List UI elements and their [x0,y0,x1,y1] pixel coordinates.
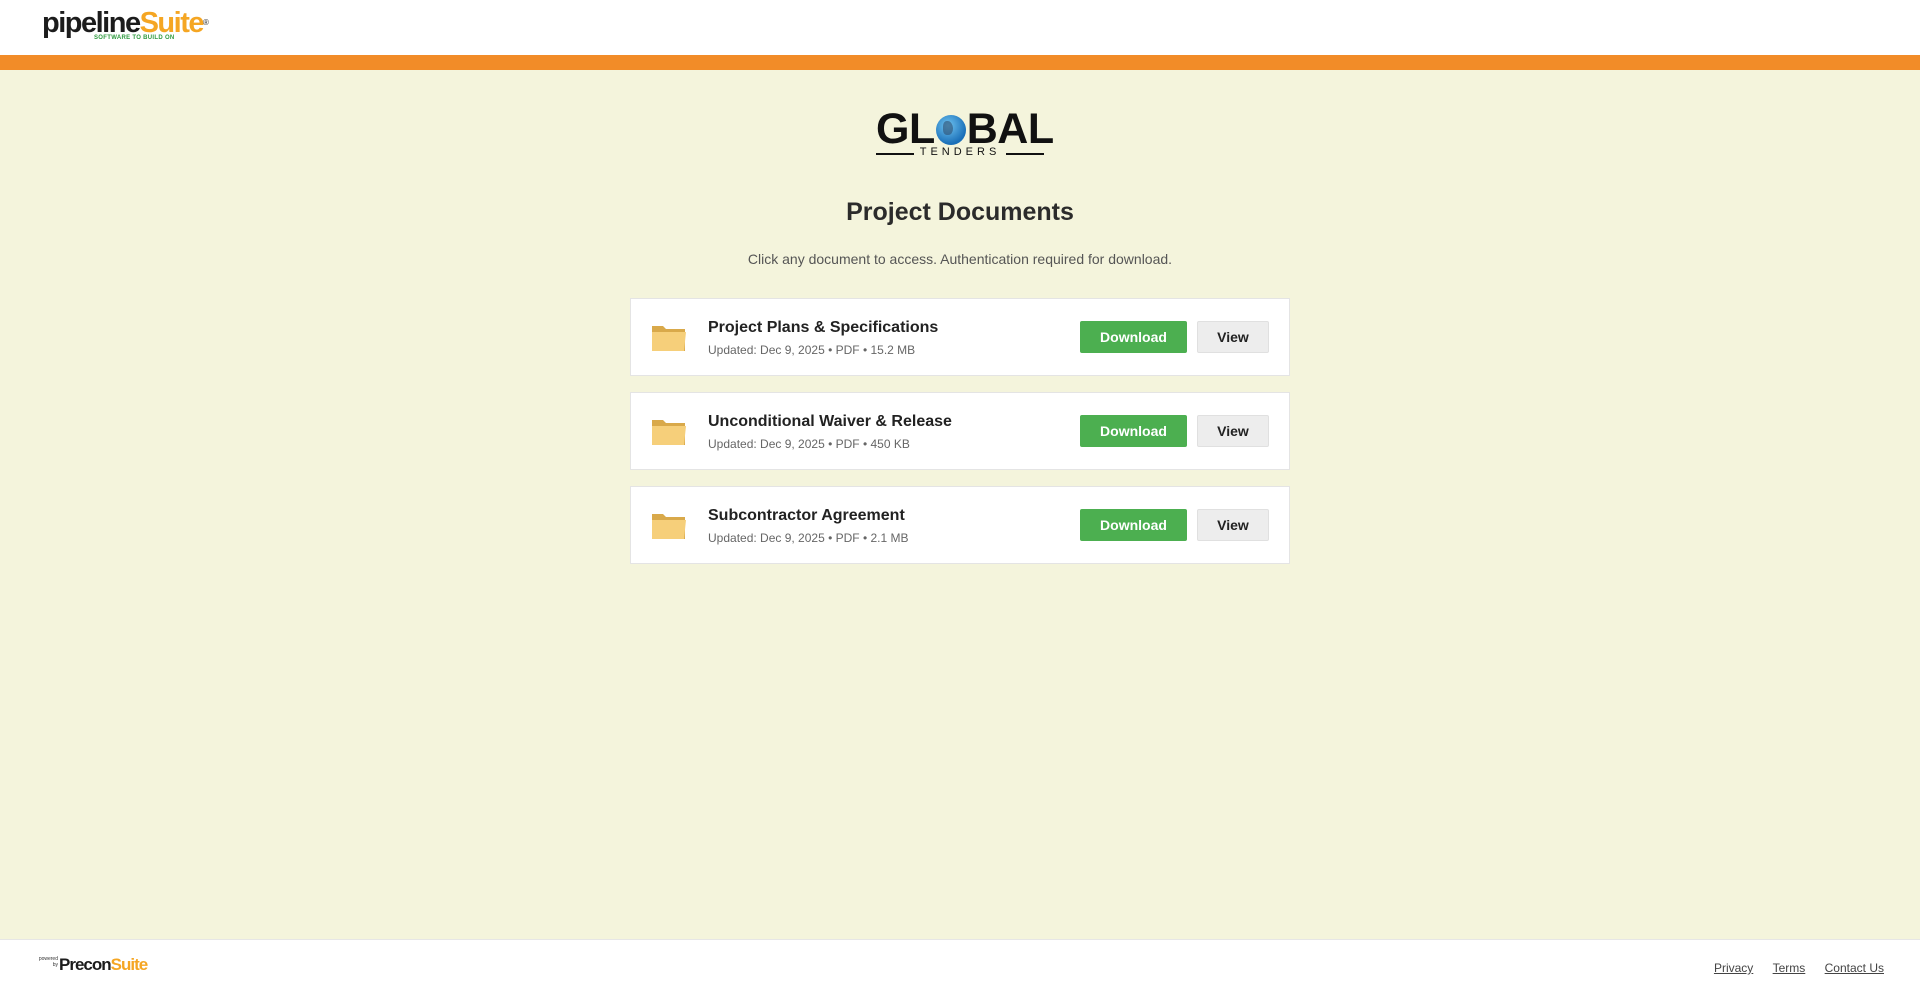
footer-brand-secondary: Suite [110,955,149,974]
document-meta: Updated: Dec 9, 2025 • PDF • 15.2 MB [708,343,916,357]
document-card: Project Plans & Specifications Updated: … [630,298,1290,376]
global-tenders-logo: GL BAL TENDERS [860,106,1060,162]
download-button[interactable]: Download [1080,415,1187,447]
logo-rule-right [1006,153,1044,155]
document-title: Project Plans & Specifications [708,319,939,336]
header-accent-band [0,55,1920,70]
document-title: Subcontractor Agreement [708,507,905,524]
globe-icon [935,115,966,145]
download-button[interactable]: Download [1080,509,1187,541]
page-title: Project Documents [846,198,1074,226]
logo-subtitle: TENDERS [919,146,1001,158]
download-button[interactable]: Download [1080,321,1187,353]
page-subtitle: Click any document to access. Authentica… [747,251,1173,267]
view-button[interactable]: View [1197,415,1269,447]
folder-icon [652,420,686,445]
view-button[interactable]: View [1197,321,1269,353]
brand-tagline: SOFTWARE TO BUILD ON [94,35,175,41]
view-button[interactable]: View [1197,509,1269,541]
brand-wordmark: pipelineSuite® [42,9,209,38]
footer-link-privacy[interactable]: Privacy [1714,961,1753,975]
footer-links: Privacy Terms Contact Us [1698,961,1884,975]
top-header: pipelineSuite® SOFTWARE TO BUILD ON [0,0,1920,55]
pipelinesuite-logo[interactable]: pipelineSuite® SOFTWARE TO BUILD ON [42,9,209,43]
footer-wordmark: PreconSuite [59,955,149,974]
document-title: Unconditional Waiver & Release [708,413,952,430]
footer-link-contact[interactable]: Contact Us [1825,961,1884,975]
document-card: Subcontractor Agreement Updated: Dec 9, … [630,486,1290,564]
brand-registered: ® [202,18,209,27]
document-card: Unconditional Waiver & Release Updated: … [630,392,1290,470]
document-meta: Updated: Dec 9, 2025 • PDF • 450 KB [708,437,910,451]
powered-by-label: powered by [38,956,58,968]
page-footer: powered by PreconSuite Privacy Terms Con… [0,939,1920,994]
footer-link-terms[interactable]: Terms [1773,961,1806,975]
folder-icon [652,514,686,539]
footer-brand-primary: Precon [59,955,112,974]
document-meta: Updated: Dec 9, 2025 • PDF • 2.1 MB [708,531,909,545]
folder-icon [652,326,686,351]
preconsuite-logo[interactable]: powered by PreconSuite [36,954,148,978]
